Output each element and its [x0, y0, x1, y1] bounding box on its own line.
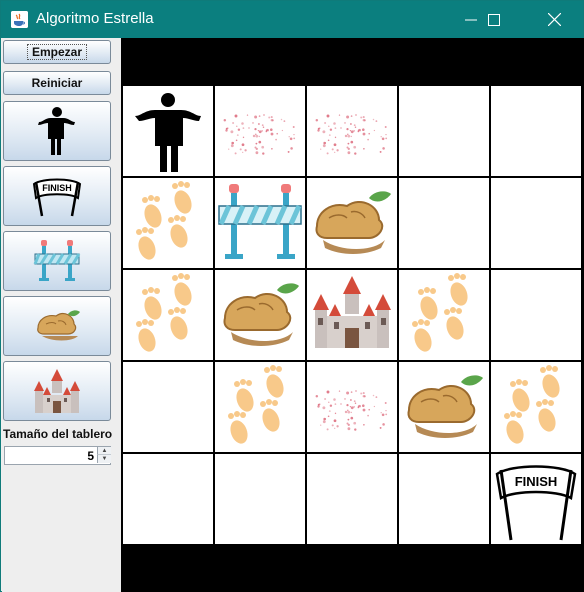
board-cell[interactable]: FINISH — [491, 454, 581, 544]
board-size-input[interactable] — [5, 447, 97, 464]
board-cell[interactable] — [307, 362, 397, 452]
board-cell[interactable] — [491, 362, 581, 452]
board-cell[interactable] — [491, 86, 581, 176]
app-window: Algoritmo Estrella Empezar Reiniciar FIN… — [0, 0, 584, 592]
rock-icon — [407, 375, 483, 438]
tool-barrier-button[interactable] — [3, 231, 111, 291]
title-bar: Algoritmo Estrella — [1, 1, 583, 38]
board-cell[interactable] — [399, 454, 489, 544]
finish-banner-icon: FINISH — [32, 178, 82, 217]
board-cell[interactable] — [123, 86, 213, 176]
person-icon — [38, 107, 75, 155]
board-size-spinner: ▲ ▼ — [4, 446, 111, 465]
castle-icon — [313, 276, 391, 348]
tool-rock-button[interactable] — [3, 296, 111, 356]
visited-dots-icon — [315, 114, 388, 155]
finish-text: FINISH — [515, 474, 558, 489]
board-grid: FINISH — [121, 84, 584, 546]
barrier-icon — [33, 240, 81, 281]
tool-person-button[interactable] — [3, 101, 111, 161]
tool-finish-button[interactable]: FINISH — [3, 166, 111, 226]
start-button-label: Empezar — [26, 44, 88, 60]
board-cell[interactable] — [399, 178, 489, 268]
board-cell[interactable] — [215, 362, 305, 452]
board-cell[interactable] — [399, 270, 489, 360]
reset-button-label: Reiniciar — [31, 76, 83, 90]
maximize-icon — [488, 13, 500, 26]
board-cell[interactable] — [399, 362, 489, 452]
board-cell[interactable] — [491, 270, 581, 360]
board-cell[interactable] — [307, 454, 397, 544]
svg-text:FINISH: FINISH — [42, 183, 72, 193]
board-area: FINISH — [121, 38, 584, 592]
board-cell[interactable] — [123, 270, 213, 360]
close-button[interactable] — [531, 1, 577, 38]
start-button[interactable]: Empezar — [3, 40, 111, 64]
board-cell[interactable] — [215, 454, 305, 544]
footprints-icon — [412, 273, 468, 352]
finish-banner-icon: FINISH — [495, 465, 577, 541]
board-cell[interactable] — [123, 178, 213, 268]
rock-icon — [315, 191, 391, 254]
board-cell[interactable] — [123, 454, 213, 544]
board-cell[interactable] — [215, 270, 305, 360]
footprints-icon — [136, 181, 192, 260]
window-title: Algoritmo Estrella — [36, 10, 154, 27]
board-size-label: Tamaño del tablero — [3, 427, 113, 441]
person-icon — [135, 93, 201, 172]
board-cell[interactable] — [307, 86, 397, 176]
spinner-down-arrow[interactable]: ▼ — [97, 455, 111, 463]
rock-icon — [37, 310, 80, 341]
barrier-icon — [218, 184, 302, 259]
java-app-icon — [11, 11, 28, 28]
maximize-button[interactable] — [471, 1, 517, 38]
board-cell[interactable] — [307, 178, 397, 268]
visited-dots-icon — [315, 390, 388, 431]
footprints-icon — [136, 273, 192, 352]
castle-icon — [34, 369, 80, 413]
rock-icon — [223, 283, 299, 346]
footprints-icon — [228, 365, 284, 444]
board-cell[interactable] — [215, 86, 305, 176]
board-cell[interactable] — [215, 178, 305, 268]
board-cell[interactable] — [491, 178, 581, 268]
board-cell[interactable] — [399, 86, 489, 176]
footprints-icon — [504, 365, 560, 444]
close-icon — [547, 13, 561, 26]
tool-castle-button[interactable] — [3, 361, 111, 421]
board-cell[interactable] — [123, 362, 213, 452]
spinner-up-arrow[interactable]: ▲ — [97, 447, 111, 455]
reset-button[interactable]: Reiniciar — [3, 71, 111, 95]
tool-sidebar: Empezar Reiniciar FINISH Tamaño del tabl… — [2, 38, 121, 592]
board-cell[interactable] — [307, 270, 397, 360]
visited-dots-icon — [223, 114, 296, 155]
